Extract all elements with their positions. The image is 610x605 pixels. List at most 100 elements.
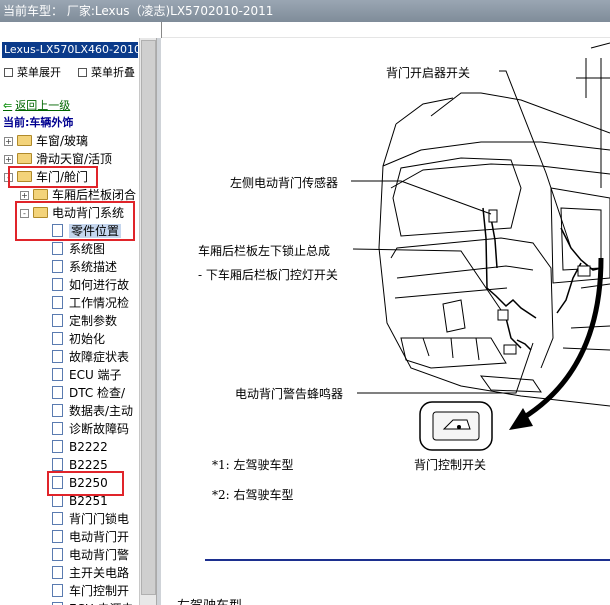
control-switch-inset <box>419 401 493 451</box>
tree-item[interactable]: + 车窗/玻璃 <box>4 132 88 150</box>
tree-item-label: 初始化 <box>69 332 106 346</box>
back-link[interactable]: ⇐ 返回上一级 <box>3 97 70 113</box>
label-control-switch: 背门控制开关 <box>414 458 487 472</box>
tree-item-label: 背门门锁电 <box>69 512 130 526</box>
tree-item-label: 如何进行故 <box>69 278 130 292</box>
label-buzzer: 电动背门警告蜂鸣器 <box>235 387 344 401</box>
model-selector[interactable]: Lexus-LX570LX460-2010 <box>2 42 138 58</box>
expand-menu-button[interactable]: 菜单展开 <box>4 64 61 80</box>
tree-item[interactable]: DTC 检查/ <box>52 384 125 402</box>
content-top-strip <box>161 22 610 38</box>
collapse-menu-button[interactable]: 菜单折叠 <box>78 64 135 80</box>
back-arrow-icon: ⇐ <box>3 99 13 112</box>
tree-item[interactable]: B2222 <box>52 438 108 456</box>
label-tailgate-lock: 车厢后栏板左下锁止总成 <box>198 244 331 258</box>
document-icon <box>52 548 63 561</box>
expand-plus-icon[interactable]: + <box>4 155 13 164</box>
collapse-menu-label: 菜单折叠 <box>91 66 135 79</box>
tree-item-label: 电动背门开 <box>69 530 130 544</box>
folder-icon <box>33 189 48 200</box>
tree-item-label: 车厢后栏板闭合 <box>52 188 137 202</box>
tree-item[interactable]: 背门门锁电 <box>52 510 129 528</box>
current-section-label: 当前:车辆外饰 <box>3 116 74 129</box>
document-icon <box>52 404 63 417</box>
sidebar-scroll-thumb[interactable] <box>141 40 156 595</box>
tree-item[interactable]: 数据表/主动 <box>52 402 133 420</box>
tree-item[interactable]: 初始化 <box>52 330 105 348</box>
section-separator <box>205 559 610 561</box>
tree-item-label: 系统描述 <box>69 260 118 274</box>
tree-item[interactable]: ECU 端子 <box>52 366 122 384</box>
label-opener-switch: 背门开启器开关 <box>386 66 471 80</box>
note-1-text: 左驾驶车型 <box>233 458 294 472</box>
document-icon <box>52 260 63 273</box>
tree-item[interactable]: 定制参数 <box>52 312 117 330</box>
tree-item[interactable]: 如何进行故 <box>52 276 129 294</box>
tree-item-label: 故障症状表 <box>69 350 130 364</box>
label-lh-sensor: 左侧电动背门传感器 <box>230 176 339 190</box>
tree-item[interactable]: 系统描述 <box>52 258 117 276</box>
expand-plus-icon[interactable]: + <box>20 191 29 200</box>
document-icon <box>52 458 63 471</box>
highlight-box-b2250 <box>47 471 124 496</box>
tree-item[interactable]: 诊断故障码 <box>52 420 129 438</box>
component-location-diagram <box>205 42 610 561</box>
folder-icon <box>17 135 32 146</box>
back-link-label: 返回上一级 <box>15 99 71 112</box>
tree-item-label: 诊断故障码 <box>69 422 130 436</box>
tree-item-label: B2222 <box>69 440 108 454</box>
document-icon <box>52 386 63 399</box>
document-icon <box>52 278 63 291</box>
document-icon <box>52 296 63 309</box>
document-icon <box>52 314 63 327</box>
sidebar-scrollbar[interactable] <box>139 38 156 605</box>
tree-item-label: B2225 <box>69 458 108 472</box>
expand-plus-icon[interactable]: + <box>4 137 13 146</box>
document-icon <box>52 530 63 543</box>
footer-section-text: 左驾驶车型 <box>177 595 242 605</box>
tree-item[interactable]: 车门控制开 <box>52 582 129 600</box>
expand-menu-label: 菜单展开 <box>17 66 61 79</box>
highlight-box-power-back-door <box>15 201 135 241</box>
tree-item-label: DTC 检查/ <box>69 386 126 400</box>
document-icon <box>52 332 63 345</box>
document-icon <box>52 512 63 525</box>
tree-item[interactable]: 故障症状表 <box>52 348 129 366</box>
tree-item-label: 车窗/玻璃 <box>36 134 89 148</box>
tree-item-label: 数据表/主动 <box>69 404 134 418</box>
tree-item-label: 主开关电路 <box>69 566 130 580</box>
document-icon <box>52 422 63 435</box>
tree-item-label: 车门控制开 <box>69 584 130 598</box>
tree-item-label: 滑动天窗/活顶 <box>36 152 113 166</box>
highlight-box-doors <box>8 166 98 188</box>
window-title-bar: 当前车型： 厂家:Lexus（凌志)LX5702010-2011 <box>0 0 610 22</box>
tree-item-label: 电动背门警 <box>69 548 130 562</box>
document-icon <box>52 440 63 453</box>
tree-item-label: 系统图 <box>69 242 106 256</box>
tree-item-label: B2251 <box>69 494 108 508</box>
window-title: 当前车型： 厂家:Lexus（凌志)LX5702010-2011 <box>3 4 274 18</box>
tree-item[interactable]: 主开关电路 <box>52 564 129 582</box>
label-courtesy-switch: - 下车厢后栏板门控灯开关 <box>198 268 338 282</box>
tree-item[interactable]: 系统图 <box>52 240 105 258</box>
document-icon <box>52 566 63 579</box>
note-2-text: 右驾驶车型 <box>233 488 294 502</box>
tree-item-label: ECU 端子 <box>69 368 122 382</box>
note-1: *1: 左驾驶车型 <box>212 456 294 473</box>
tree-item[interactable]: ECU 电源电 <box>52 600 134 605</box>
expand-all-icon <box>4 68 13 77</box>
document-icon <box>52 584 63 597</box>
collapse-all-icon <box>78 68 87 77</box>
tree-item[interactable]: 电动背门警 <box>52 546 129 564</box>
note-2: *2: 右驾驶车型 <box>212 486 294 503</box>
document-icon <box>52 350 63 363</box>
document-icon <box>52 242 63 255</box>
navigation-sidebar: Lexus-LX570LX460-2010 菜单展开 菜单折叠 ⇐ 返回上一级 当… <box>0 38 157 605</box>
tree-item-label: 工作情况检 <box>69 296 130 310</box>
note-2-marker: *2: <box>212 488 230 502</box>
document-icon <box>52 368 63 381</box>
document-content: 背门开启器开关 左侧电动背门传感器 车厢后栏板左下锁止总成 - 下车厢后栏板门控… <box>161 38 610 605</box>
tree-item[interactable]: 工作情况检 <box>52 294 129 312</box>
note-1-marker: *1: <box>212 458 230 472</box>
tree-item[interactable]: 电动背门开 <box>52 528 129 546</box>
